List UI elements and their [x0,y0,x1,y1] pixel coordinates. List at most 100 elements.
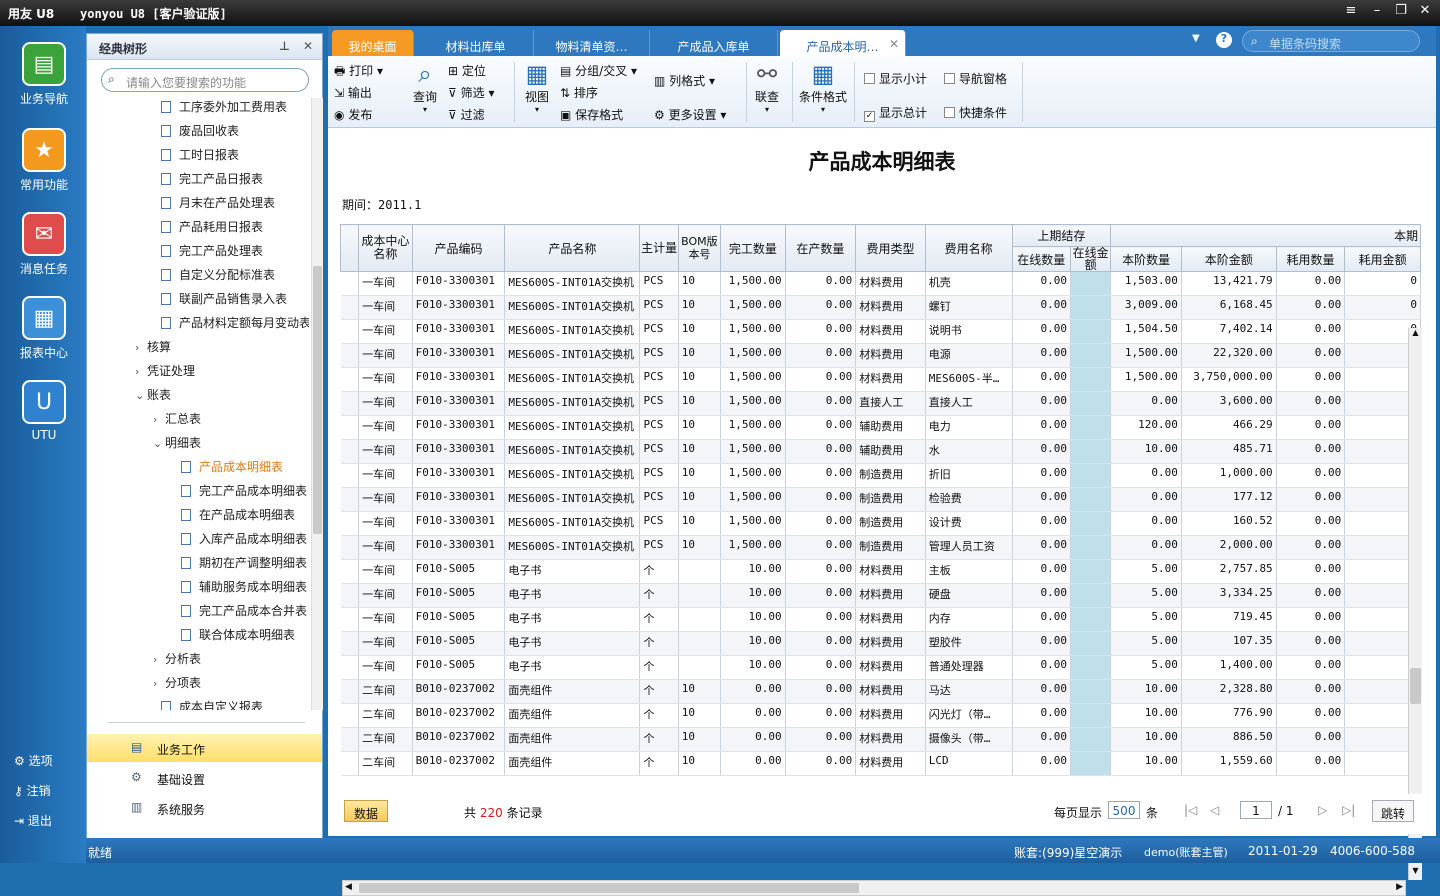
col-header[interactable]: 费用名称 [924,224,1013,272]
bottom-system-service[interactable]: ▥ 系统服务 [87,794,322,822]
table-row[interactable]: 一车间 F010-3300301 MES600S-INT01A交换机 PCS 10 1,5… [340,271,1421,296]
tree-item[interactable]: 在产品成本明细表 [181,506,295,528]
table-row[interactable]: 二车间 B010-0237002 面壳组件个 10 0.00 0.00 材料费用 马达 0.00… [340,679,1421,704]
first-page-icon[interactable]: |◁ [1184,803,1197,817]
table-row[interactable]: 二车间 B010-0237002 面壳组件个 10 0.00 0.00 材料费用 LCD 0.0… [340,751,1421,776]
col-header[interactable]: 本阶金额 [1180,246,1277,272]
tree-item[interactable]: 完工产品处理表 [161,242,263,264]
row-selector[interactable] [340,295,360,320]
col-header[interactable]: 在线数量 [1011,246,1071,272]
col-header[interactable]: 产品编码 [411,224,506,272]
chevron-down-icon[interactable]: ▼ [1192,33,1200,44]
publish-button[interactable]: ◉ 发布 [334,106,372,123]
close-tab-icon[interactable]: ✕ [889,37,899,51]
refine-button[interactable]: ⊽ 过滤 [448,106,485,123]
more-settings-button[interactable]: ⚙ 更多设置 ▾ [654,106,726,123]
col-header[interactable]: 在线金额 [1069,246,1112,272]
tree-item[interactable]: 联副产品销售录入表 [161,290,287,312]
row-selector[interactable] [340,727,360,752]
table-row[interactable]: 一车间 F010-S005 电子书个 10.00 0.00 材料费用 硬盘 0.00 5.00 3… [340,583,1421,608]
table-row[interactable]: 一车间 F010-S005 电子书个 10.00 0.00 材料费用 塑胶件 0.00 5.00… [340,631,1421,656]
output-button[interactable]: ⇲ 输出 [334,84,372,101]
nav-pane-checkbox[interactable]: 导航窗格 [944,70,1007,87]
table-row[interactable]: 一车间 F010-3300301 MES600S-INT01A交换机 PCS 10 1,5… [340,343,1421,368]
page-input[interactable]: 1 [1240,801,1272,819]
row-selector[interactable] [340,319,360,344]
logout-link[interactable]: ⚷ 注销 [14,782,51,799]
view-button[interactable]: ▦ 视图 ▾ [522,60,552,114]
tree-item[interactable]: 工序委外加工费用表 [161,98,287,120]
col-header[interactable]: 主计量 [639,224,679,272]
horizontal-scrollbar[interactable]: ◀ ▶ [342,880,1406,896]
tree-item[interactable]: 辅助服务成本明细表 [181,578,307,600]
exit-link[interactable]: ⇥ 退出 [14,812,52,829]
next-page-icon[interactable]: ▷ [1318,803,1327,817]
table-row[interactable]: 一车间 F010-3300301 MES600S-INT01A交换机 PCS 10 1,5… [340,463,1421,488]
row-selector[interactable] [340,607,360,632]
close-icon[interactable]: ✕ [1414,3,1436,18]
table-row[interactable]: 一车间 F010-S005 电子书个 10.00 0.00 材料费用 主板 0.00 5.00 2… [340,559,1421,584]
row-selector[interactable] [340,559,360,584]
row-selector[interactable] [340,271,360,296]
bottom-business-work[interactable]: ▤ 业务工作 [87,734,322,762]
bottom-basic-settings[interactable]: ⚙ 基础设置 [87,764,322,792]
tree-item[interactable]: 期初在产调整明细表 [181,554,307,576]
row-selector[interactable] [340,391,360,416]
show-subtotal-checkbox[interactable]: 显示小计 [864,70,927,87]
tree-item[interactable]: 工时日报表 [161,146,239,168]
options-link[interactable]: ⚙ 选项 [14,752,53,769]
jump-button[interactable]: 跳转 [1372,800,1414,822]
table-row[interactable]: 一车间 F010-3300301 MES600S-INT01A交换机 PCS 10 1,5… [340,391,1421,416]
link-query-button[interactable]: ⚯ 联查 ▾ [752,60,782,114]
row-selector[interactable] [340,703,360,728]
tree-item[interactable]: ⌄ 明细表 [153,434,201,456]
tree-item[interactable]: 成本自定义报表 [161,698,263,710]
prev-page-icon[interactable]: ◁ [1210,803,1219,817]
col-header[interactable]: 产品名称 [504,224,641,272]
barcode-search[interactable]: ⌕ 单据条码搜索 [1242,30,1420,52]
table-row[interactable]: 一车间 F010-3300301 MES600S-INT01A交换机 PCS 10 1,5… [340,367,1421,392]
row-selector[interactable] [340,439,360,464]
row-selector[interactable] [340,487,360,512]
group-button[interactable]: ▤ 分组/交叉 ▾ [560,62,637,79]
print-button[interactable]: 🖶 打印 ▾ [334,62,383,83]
tree-item[interactable]: 废品回收表 [161,122,239,144]
show-total-checkbox[interactable]: ✓ 显示总计 [864,104,927,122]
row-selector[interactable] [340,631,360,656]
table-row[interactable]: 一车间 F010-3300301 MES600S-INT01A交换机 PCS 10 1,5… [340,535,1421,560]
menu-icon[interactable]: ≡ [1340,3,1362,18]
col-header[interactable]: 成本中心名称 [358,224,413,272]
tree-item[interactable]: › 凭证处理 [135,362,195,384]
tree-item[interactable]: 产品耗用日报表 [161,218,263,240]
query-button[interactable]: ⌕ 查询 ▾ [410,60,440,114]
tree-item[interactable]: 完工产品成本明细表 [181,482,307,504]
minimize-icon[interactable]: – [1366,3,1388,18]
table-row[interactable]: 二车间 B010-0237002 面壳组件个 10 0.00 0.00 材料费用 闪光灯（带…… [340,703,1421,728]
tab-material-out[interactable]: 材料出库单 [418,30,534,56]
row-selector[interactable] [340,535,360,560]
restore-icon[interactable]: ❐ [1390,3,1412,18]
col-header[interactable]: 耗用数量 [1275,246,1346,272]
function-search[interactable]: ⌕ 请输入您要搜索的功能 [101,68,309,92]
row-selector[interactable] [340,343,360,368]
row-selector[interactable] [340,367,360,392]
table-row[interactable]: 一车间 F010-S005 电子书个 10.00 0.00 材料费用 普通处理器 0.00 5.… [340,655,1421,680]
tab-product-in[interactable]: 产成品入库单 [650,30,778,56]
close-panel-icon[interactable]: ✕ [303,39,313,53]
tab-bom[interactable]: 物料清单资… [534,30,650,56]
row-selector[interactable] [340,583,360,608]
quick-cond-checkbox[interactable]: 快捷条件 [944,104,1007,121]
tab-cost-detail[interactable]: 产品成本明… ✕ [780,30,906,56]
tree-item[interactable]: 月末在产品处理表 [161,194,275,216]
pin-icon[interactable]: ⊥ [279,39,290,53]
save-format-button[interactable]: ▣ 保存格式 [560,106,623,123]
tree-item[interactable]: 完工产品日报表 [161,170,263,192]
nav-business[interactable]: ▤ 业务导航 [10,42,78,107]
filter-button[interactable]: ⊽ 筛选 ▾ [448,84,494,101]
cond-format-button[interactable]: ▦ 条件格式 ▾ [798,60,848,114]
table-row[interactable]: 一车间 F010-3300301 MES600S-INT01A交换机 PCS 10 1,5… [340,295,1421,320]
row-selector[interactable] [340,655,360,680]
table-row[interactable]: 一车间 F010-3300301 MES600S-INT01A交换机 PCS 10 1,5… [340,319,1421,344]
col-header[interactable]: BOM版本号 [677,224,722,272]
help-icon[interactable]: ? [1216,32,1232,48]
